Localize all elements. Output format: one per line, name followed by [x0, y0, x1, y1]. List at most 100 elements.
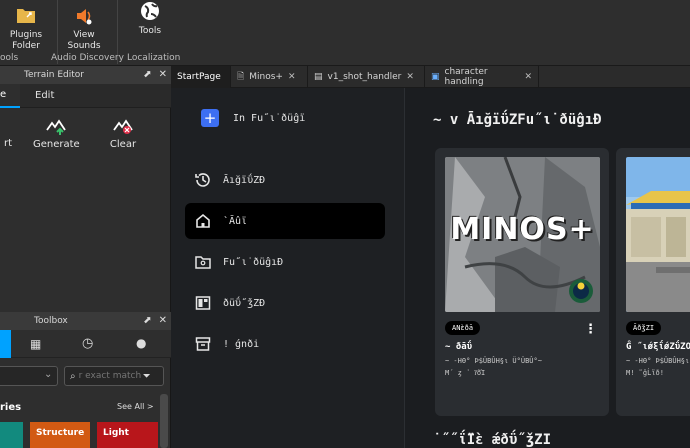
nav-item-archive[interactable]: ! ǵnð̇ı: [185, 326, 385, 362]
plugins-folder-label-1: Plugins: [10, 30, 42, 41]
tab-character-handling[interactable]: ▣ character handling ✕: [425, 66, 539, 88]
scrollbar[interactable]: [160, 394, 168, 448]
section-featured-title: ˙˝˝ΐ̈Ιὲ ǽðΰ˝ǯΖΙ: [433, 432, 551, 448]
nav-item-recent[interactable]: Āığı̈ΰΖÐ: [185, 162, 385, 198]
folder-icon: [15, 5, 37, 25]
popout-icon[interactable]: ⬈: [143, 312, 151, 330]
tab-label: Minos+: [249, 72, 283, 82]
card-title: ~ ðāΰ: [445, 342, 472, 352]
thumbnail-art: [626, 157, 690, 312]
close-icon[interactable]: ✕: [159, 312, 167, 330]
popout-icon[interactable]: ⬈: [143, 66, 151, 84]
tab-edit[interactable]: Edit: [35, 84, 54, 108]
clear-tool-button[interactable]: Clear: [104, 116, 142, 150]
generate-label: Generate: [33, 139, 79, 150]
start-page: + Ιn Fu˝ι˙ðüĝı̈ Āığı̈ΰΖÐ `Āûϊ Fu˝ι˙ðüĝ: [171, 88, 690, 448]
close-icon[interactable]: ✕: [406, 72, 414, 82]
search-input[interactable]: [79, 371, 143, 381]
category-label: Light: [103, 428, 129, 438]
close-icon[interactable]: ✕: [159, 66, 167, 84]
folder-icon: [189, 253, 217, 271]
view-sounds-label-2: Sounds: [67, 41, 100, 52]
ribbon-toolbar: Plugins Folder View Sounds Tools ools Au…: [0, 0, 690, 66]
localscript-icon: ▣: [431, 72, 440, 82]
section-recent-title: ~ v Āığı̈ΰΖFu˝ι˙ðüĝıÐ: [433, 112, 602, 128]
toolbox-tabs: ▦ ◷ ●: [0, 330, 171, 358]
close-icon[interactable]: ✕: [288, 72, 296, 82]
generate-tool-button[interactable]: Generate: [33, 116, 79, 150]
plugins-folder-button[interactable]: Plugins Folder: [8, 0, 44, 52]
new-experience-button[interactable]: + Ιn Fu˝ι˙ðüĝı̈: [201, 109, 305, 127]
grid-icon[interactable]: ▦: [30, 337, 41, 351]
ribbon-group-label: ools: [0, 53, 18, 63]
category-tile[interactable]: [0, 422, 23, 448]
tab-marketplace[interactable]: [0, 330, 11, 358]
card-title: Ĝ ˝ιǿξΐǿΖΰΖΟη: [626, 342, 690, 352]
tab-startpage[interactable]: StartPage: [171, 66, 231, 88]
category-tile-structure[interactable]: Structure: [30, 422, 90, 448]
see-all-link[interactable]: See All >: [117, 402, 154, 411]
start-sidebar: + Ιn Fu˝ι˙ðüĝı̈ Āığı̈ΰΖÐ `Āûϊ Fu˝ι˙ðüĝ: [171, 88, 405, 448]
generate-icon: [45, 116, 67, 136]
card-meta: Μ´ ȥ ᾽ ȑ͗ðΊ: [445, 368, 485, 379]
toolbox-title: Toolbox: [34, 312, 68, 330]
search-icon: ⌕: [70, 371, 76, 382]
experience-card[interactable]: MINOS+ ΑΝὲðā ⋮ ~ ðāΰ ~ -ΗΘ° Þ$ÜΒÛΗ§ι Ü°Ü…: [435, 148, 609, 416]
experience-thumbnail: [626, 157, 690, 312]
card-meta: Μ! ῞ĝĹ̈ϊð!: [626, 368, 664, 379]
thumbnail-title: MINOS+: [445, 212, 600, 247]
nav-label: Fu˝ι˙ðüĝıÐ: [223, 257, 283, 268]
nav-item-my-games[interactable]: Fu˝ι˙ðüĝıÐ: [185, 244, 385, 280]
chevron-down-icon: ⌄: [44, 369, 52, 380]
nav-item-templates[interactable]: ðüΰ˝ǯΖÐ: [185, 285, 385, 321]
globe-icon: [139, 0, 161, 22]
file-icon: 🗎: [237, 69, 244, 85]
panel-controls: ⬈ ✕: [143, 66, 167, 84]
category-dropdown[interactable]: ⌄: [0, 366, 58, 386]
ribbon-group-label: Audio Discovery: [51, 53, 124, 63]
tab-label: v1_shot_handler: [328, 72, 402, 82]
tools-label: Tools: [139, 26, 161, 37]
view-sounds-button[interactable]: View Sounds: [64, 0, 104, 52]
new-experience-label: Ιn Fu˝ι˙ðüĝı̈: [233, 113, 305, 124]
toolbox-header: Toolbox ⬈ ✕: [0, 312, 171, 330]
nav-label: ! ǵnð̇ı: [223, 339, 259, 350]
nav-item-home[interactable]: `Āûϊ: [185, 203, 385, 239]
nav-label: `Āûϊ: [223, 216, 247, 227]
import-label: rt: [0, 138, 18, 149]
card-subtitle: ~ -ΗΘ° Þ$ÜΒÛΗ§ι Ü°ÜΒÛ°~: [445, 356, 605, 367]
terrain-tabs: e Edit: [0, 84, 171, 108]
tab-minos[interactable]: 🗎 Minos+ ✕: [231, 66, 308, 88]
toolbox-panel: Toolbox ⬈ ✕ ▦ ◷ ● ⌄ ⌕ ⏷ ries See All > S…: [0, 312, 171, 448]
ribbon-group-label: Localization: [127, 53, 180, 63]
card-subtitle: ~ -ΗΘ° Þ$ÜΒÛΗ§ι: [626, 356, 690, 367]
close-icon[interactable]: ✕: [524, 72, 532, 82]
script-icon: ▤: [314, 72, 323, 82]
tab-create[interactable]: e: [0, 84, 20, 108]
document-tabbar: StartPage 🗎 Minos+ ✕ ▤ v1_shot_handler ✕…: [171, 66, 690, 88]
category-label: Structure: [36, 428, 84, 438]
import-tool-button[interactable]: rt: [0, 116, 18, 149]
speaker-icon: [73, 5, 95, 27]
toolbox-search[interactable]: ⌕ ⏷: [64, 366, 164, 386]
panel-controls: ⬈ ✕: [143, 312, 167, 330]
plugins-folder-label-2: Folder: [12, 41, 40, 52]
home-icon: [189, 212, 217, 230]
more-menu-icon[interactable]: ⋮: [584, 322, 597, 337]
clear-icon: [112, 116, 134, 136]
clear-label: Clear: [104, 139, 142, 150]
experience-thumbnail: MINOS+: [445, 157, 600, 312]
archive-icon: [189, 335, 217, 353]
localization-tools-button[interactable]: Tools: [132, 0, 168, 52]
nav-label: ðüΰ˝ǯΖÐ: [223, 298, 265, 309]
recent-icon: [189, 171, 217, 189]
filter-icon[interactable]: ⏷: [143, 371, 151, 382]
categories-title: ries: [0, 402, 21, 413]
status-badge: ΑΝὲðā: [445, 321, 480, 335]
status-badge: Āð̆ǯΖΙ: [626, 321, 661, 335]
recent-icon[interactable]: ◷: [82, 336, 93, 351]
category-tile-light[interactable]: Light: [97, 422, 158, 448]
bulb-icon[interactable]: ●: [136, 336, 146, 350]
tab-v1-shot-handler[interactable]: ▤ v1_shot_handler ✕: [308, 66, 425, 88]
experience-card[interactable]: Āð̆ǯΖΙ Ĝ ˝ιǿξΐǿΖΰΖΟη ~ -ΗΘ° Þ$ÜΒÛΗ§ι Μ! …: [616, 148, 690, 416]
